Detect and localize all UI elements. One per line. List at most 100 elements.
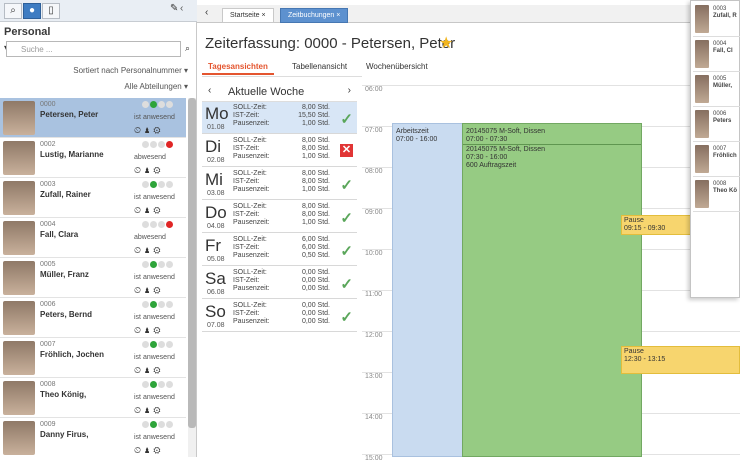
department-dropdown[interactable]: Alle Abteilungen ▾ — [124, 82, 188, 91]
day-pause: Pausenzeit: 1,00 Std. — [233, 153, 348, 160]
tab-tagesansichten[interactable]: Tagesansichten — [202, 58, 274, 75]
person-number: 0005 — [713, 76, 727, 82]
auftrag2-time: 07:30 - 16:00 — [466, 154, 508, 161]
day-ist: IST-Zeit: 0,00 Std. — [233, 310, 348, 317]
status-dot — [166, 221, 173, 228]
auftrag2-title: 20145075 M-Soft, Dissen — [466, 146, 545, 153]
collapse-arrow-icon[interactable]: ‹ — [180, 3, 183, 14]
panel-toolbar: ⌕ ● ▯ ✎ ‹ — [0, 0, 197, 22]
auftrag-block[interactable]: 20145075 M-Soft, Dissen 07:00 - 07:30 20… — [462, 123, 642, 457]
list-item[interactable]: 0003 Zufall, Rainer ist anwesend ⏲ ♟ ⚙ — [0, 178, 186, 218]
tab-tabellenansicht[interactable]: Tabellenansicht — [286, 58, 353, 75]
popup-item[interactable]: 0008 Theo Kö — [693, 178, 740, 212]
avatar — [695, 145, 709, 173]
panel-title: Personal — [4, 26, 51, 38]
label: SOLL-Zeit: — [233, 203, 267, 210]
status-dots — [142, 141, 178, 149]
search-icon[interactable]: ⌕ — [4, 3, 22, 19]
tool-icons[interactable]: ⏲ ♟ ⚙ — [134, 205, 161, 216]
list-item[interactable]: 0002 Lustig, Marianne abwesend ⏲ ♟ ⚙ — [0, 138, 186, 178]
day-row[interactable]: Do 04.08 SOLL-Zeit: 8,00 Std. IST-Zeit: 8,00 … — [202, 201, 357, 233]
tab-startseite[interactable]: Startseite × — [222, 8, 274, 23]
list-item[interactable]: 0005 Müller, Franz ist anwesend ⏲ ♟ ⚙ — [0, 258, 186, 298]
arbeitszeit-block[interactable]: Arbeitszeit 07:00 - 16:00 — [392, 123, 464, 457]
sort-dropdown[interactable]: Sortiert nach Personalnummer ▾ — [73, 66, 188, 75]
scrollbar-thumb[interactable] — [188, 98, 196, 428]
prev-week-icon[interactable]: ‹ — [208, 85, 211, 96]
edit-icon[interactable]: ✎ — [170, 3, 178, 14]
status-dot — [166, 181, 173, 188]
document-icon[interactable]: ▯ — [42, 3, 60, 19]
list-item[interactable]: 0007 Fröhlich, Jochen ist anwesend ⏲ ♟ ⚙ — [0, 338, 186, 378]
status-dot — [158, 221, 165, 228]
person-list: 0000 Petersen, Peter ist anwesend ⏲ ♟ ⚙ 0002… — [0, 98, 186, 457]
popup-item[interactable]: 0003 Zufall, R — [693, 3, 740, 37]
person-number: 0008 — [713, 181, 727, 187]
list-item[interactable]: 0009 Danny Firus, ist anwesend ⏲ ♟ ⚙ — [0, 418, 186, 457]
pause2-title: Pause — [624, 348, 644, 355]
label: Pausenzeit: — [233, 219, 270, 226]
day-row[interactable]: Sa 06.08 SOLL-Zeit: 0,00 Std. IST-Zeit: 0,00 … — [202, 267, 357, 299]
label: IST-Zeit: — [233, 277, 260, 284]
error-icon: ✕ — [340, 144, 353, 157]
next-week-icon[interactable]: › — [348, 85, 351, 96]
person-icon[interactable]: ● — [23, 3, 41, 19]
person-number: 0005 — [40, 261, 56, 268]
tool-icons[interactable]: ⏲ ♟ ⚙ — [134, 405, 161, 416]
status-dot — [142, 181, 149, 188]
status-dot — [142, 341, 149, 348]
tool-icons[interactable]: ⏲ ♟ ⚙ — [134, 245, 161, 256]
pause-block-2[interactable]: Pause 12:30 - 13:15 — [621, 346, 740, 374]
tool-icons[interactable]: ⏲ ♟ ⚙ — [134, 125, 161, 136]
day-date: 03.08 — [207, 190, 225, 197]
list-item[interactable]: 0000 Petersen, Peter ist anwesend ⏲ ♟ ⚙ — [0, 98, 186, 138]
value: 8,00 Std. — [301, 178, 330, 185]
tool-icons[interactable]: ⏲ ♟ ⚙ — [134, 365, 161, 376]
favorite-star-icon[interactable]: ★ — [439, 33, 453, 53]
person-name: Peters — [713, 118, 732, 124]
tab-wochenuebersicht[interactable]: Wochenübersicht — [360, 58, 434, 75]
list-item[interactable]: 0004 Fall, Clara abwesend ⏲ ♟ ⚙ — [0, 218, 186, 258]
day-row[interactable]: Mi 03.08 SOLL-Zeit: 8,00 Std. IST-Zeit: 8,00 … — [202, 168, 357, 200]
day-row[interactable]: Fr 05.08 SOLL-Zeit: 6,00 Std. IST-Zeit: 6,00 … — [202, 234, 357, 266]
label: Pausenzeit: — [233, 153, 270, 160]
popup-item[interactable]: 0004 Fall, Cl — [693, 38, 740, 72]
popup-item[interactable]: 0007 Fröhlich — [693, 143, 740, 177]
day-row[interactable]: So 07.08 SOLL-Zeit: 0,00 Std. IST-Zeit: 0,00 … — [202, 300, 357, 332]
avatar — [695, 110, 709, 138]
day-calendar[interactable]: 06:00 07:00 08:00 09:00 10:00 11:00 12:00 13:00… — [362, 81, 740, 462]
divider — [463, 144, 641, 145]
work-time: 07:00 - 16:00 — [396, 136, 438, 143]
popup-item[interactable]: 0005 Müller, — [693, 73, 740, 107]
day-date: 06.08 — [207, 289, 225, 296]
check-icon: ✓ — [340, 276, 353, 293]
popup-item[interactable]: 0006 Peters — [693, 108, 740, 142]
status-dots — [142, 221, 178, 229]
back-arrow-icon[interactable]: ‹ — [205, 7, 208, 18]
tool-icons[interactable]: ⏲ ♟ ⚙ — [134, 325, 161, 336]
list-item[interactable]: 0006 Peters, Bernd ist anwesend ⏲ ♟ ⚙ — [0, 298, 186, 338]
avatar — [3, 101, 35, 135]
status-dot — [158, 101, 165, 108]
day-row[interactable]: Di 02.08 SOLL-Zeit: 8,00 Std. IST-Zeit: 8,00 … — [202, 135, 357, 167]
search-input[interactable]: Suche ... — [6, 41, 181, 57]
tool-icons[interactable]: ⏲ ♟ ⚙ — [134, 445, 161, 456]
search-button-icon[interactable]: ⌕ — [185, 43, 190, 54]
hour-label: 11:00 — [365, 291, 382, 298]
popup-text: 0006 Peters — [713, 111, 731, 125]
label: Pausenzeit: — [233, 318, 270, 325]
list-item[interactable]: 0008 Theo König, ist anwesend ⏲ ♟ ⚙ — [0, 378, 186, 418]
person-name: Zufall, Rainer — [40, 190, 91, 199]
tab-zeitbuchungen[interactable]: Zeitbuchungen × — [280, 8, 349, 23]
day-date: 01.08 — [207, 124, 225, 131]
label: IST-Zeit: — [233, 244, 260, 251]
check-icon: ✓ — [340, 210, 353, 227]
tool-icons[interactable]: ⏲ ♟ ⚙ — [134, 285, 161, 296]
status-text: ist anwesend — [134, 194, 175, 201]
day-row[interactable]: Mo 01.08 SOLL-Zeit: 8,00 Std. IST-Zeit: 15,50… — [202, 102, 357, 134]
person-number: 0004 — [713, 41, 727, 47]
popup-text: 0004 Fall, Cl — [713, 41, 733, 55]
value: 6,00 Std. — [301, 236, 330, 243]
tool-icons[interactable]: ⏲ ♟ ⚙ — [134, 165, 161, 176]
avatar — [3, 301, 35, 335]
